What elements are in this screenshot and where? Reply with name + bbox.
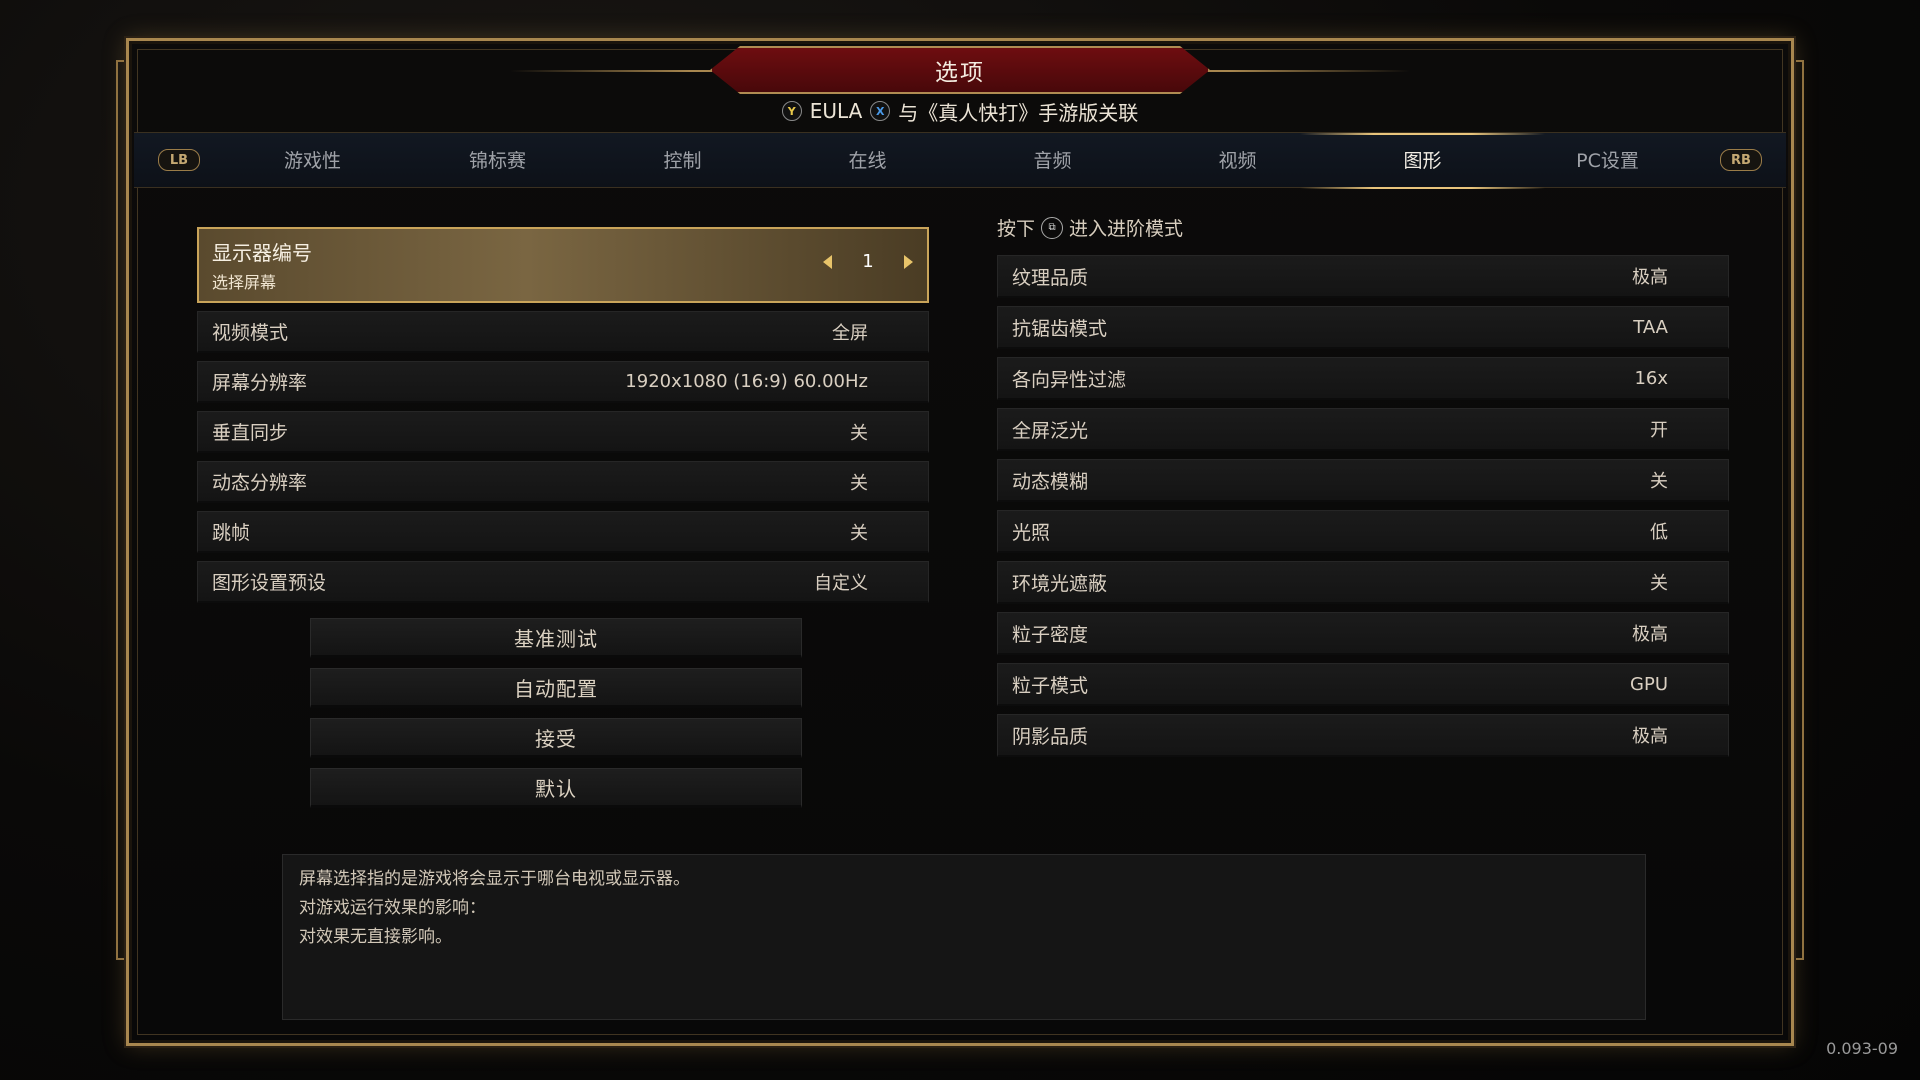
tab-video[interactable]: 视频 <box>1145 133 1330 189</box>
setting-particle-density[interactable]: 粒子密度 极高 <box>997 612 1729 655</box>
setting-value: GPU <box>1630 673 1668 695</box>
setting-value: 极高 <box>1632 726 1668 747</box>
setting-anti-aliasing[interactable]: 抗锯齿模式 TAA <box>997 306 1729 349</box>
setting-value: 16x <box>1634 367 1668 389</box>
default-button[interactable]: 默认 <box>310 768 802 808</box>
display-settings-list: 显示器编号 选择屏幕 1 视频模式 全屏 屏幕分辨率 1920x1080 (16… <box>197 227 929 611</box>
setting-value: 全屏 <box>832 322 868 344</box>
page-title: 选项 <box>935 60 985 86</box>
monitor-stepper: 1 <box>823 251 913 272</box>
setting-label: 视频模式 <box>212 322 289 344</box>
setting-anisotropic-filter[interactable]: 各向异性过滤 16x <box>997 357 1729 400</box>
setting-value: 开 <box>1650 420 1668 441</box>
setting-label: 环境光遮蔽 <box>1012 572 1108 595</box>
tab-controls[interactable]: 控制 <box>590 133 775 189</box>
setting-label: 垂直同步 <box>212 422 289 444</box>
y-button-icon: Y <box>781 101 802 121</box>
setting-value: TAA <box>1633 316 1668 338</box>
action-buttons: 基准测试 自动配置 接受 默认 <box>310 618 802 818</box>
setting-label: 阴影品质 <box>1012 725 1089 748</box>
accept-button[interactable]: 接受 <box>310 718 802 758</box>
auto-config-button[interactable]: 自动配置 <box>310 668 802 708</box>
setting-label: 抗锯齿模式 <box>1012 317 1108 340</box>
tab-pc-settings[interactable]: PC设置 <box>1515 133 1700 189</box>
setting-label: 动态分辨率 <box>212 472 308 494</box>
setting-shadow-quality[interactable]: 阴影品质 极高 <box>997 714 1729 757</box>
setting-texture-quality[interactable]: 纹理品质 极高 <box>997 255 1729 298</box>
setting-label: 纹理品质 <box>1012 266 1089 289</box>
setting-value: 关 <box>850 522 868 544</box>
setting-motion-blur[interactable]: 动态模糊 关 <box>997 459 1729 502</box>
setting-frame-skip[interactable]: 跳帧 关 <box>197 511 929 553</box>
setting-value: 1920x1080 (16:9) 60.00Hz <box>625 371 868 392</box>
mobile-link[interactable]: 与《真人快打》手游版关联 <box>898 97 1138 126</box>
tab-online[interactable]: 在线 <box>775 133 960 189</box>
rb-bumper-icon[interactable]: RB <box>1720 149 1762 171</box>
tabs: 游戏性 锦标赛 控制 在线 音频 视频 图形 PC设置 <box>220 133 1700 189</box>
setting-label: 粒子密度 <box>1012 623 1089 646</box>
setting-label: 各向异性过滤 <box>1012 368 1127 391</box>
benchmark-button[interactable]: 基准测试 <box>310 618 802 658</box>
advanced-mode-hint: 按下 ⧉ 进入进阶模式 <box>997 214 1183 241</box>
lb-bumper-icon[interactable]: LB <box>158 149 200 171</box>
setting-label: 粒子模式 <box>1012 674 1089 697</box>
setting-label: 显示器编号 <box>212 241 312 265</box>
setting-particle-mode[interactable]: 粒子模式 GPU <box>997 663 1729 706</box>
setting-monitor-number[interactable]: 显示器编号 选择屏幕 1 <box>197 227 929 303</box>
tab-bar: LB 游戏性 锦标赛 控制 在线 音频 视频 图形 PC设置 RB <box>134 132 1786 189</box>
tab-graphics[interactable]: 图形 <box>1300 133 1545 189</box>
tab-gameplay[interactable]: 游戏性 <box>220 133 405 189</box>
hint-prefix: 按下 <box>997 218 1036 240</box>
view-button-icon: ⧉ <box>1041 216 1064 239</box>
description-line: 对游戏运行效果的影响： <box>299 898 486 918</box>
hint-suffix: 进入进阶模式 <box>1069 218 1184 240</box>
setting-label: 跳帧 <box>212 522 251 544</box>
setting-vsync[interactable]: 垂直同步 关 <box>197 411 929 453</box>
stepper-value: 1 <box>862 251 874 272</box>
tab-tournament[interactable]: 锦标赛 <box>405 133 590 189</box>
setting-label: 屏幕分辨率 <box>212 372 308 394</box>
setting-value: 极高 <box>1632 267 1668 288</box>
setting-bloom[interactable]: 全屏泛光 开 <box>997 408 1729 451</box>
setting-label: 图形设置预设 <box>212 572 327 594</box>
header-actions: Y EULA X 与《真人快打》手游版关联 <box>0 96 1920 126</box>
arrow-left-icon[interactable] <box>823 254 832 269</box>
version-label: 0.093-09 <box>1826 1039 1898 1058</box>
setting-label: 全屏泛光 <box>1012 419 1089 442</box>
description-line: 对效果无直接影响。 <box>299 927 452 947</box>
setting-sublabel: 选择屏幕 <box>212 273 277 292</box>
setting-lighting[interactable]: 光照 低 <box>997 510 1729 553</box>
x-button-icon: X <box>870 101 891 121</box>
description-panel: 屏幕选择指的是游戏将会显示于哪台电视或显示器。 对游戏运行效果的影响： 对效果无… <box>282 854 1646 1020</box>
arrow-right-icon[interactable] <box>904 254 913 269</box>
title-banner: 选项 <box>710 46 1210 94</box>
setting-value: 关 <box>1650 471 1668 492</box>
setting-value: 关 <box>1650 573 1668 594</box>
graphics-settings-list: 纹理品质 极高 抗锯齿模式 TAA 各向异性过滤 16x 全屏泛光 开 动态模糊… <box>997 255 1729 765</box>
setting-value: 关 <box>850 422 868 444</box>
setting-ambient-occlusion[interactable]: 环境光遮蔽 关 <box>997 561 1729 604</box>
setting-graphics-preset[interactable]: 图形设置预设 自定义 <box>197 561 929 603</box>
description-line: 屏幕选择指的是游戏将会显示于哪台电视或显示器。 <box>299 869 690 889</box>
setting-label: 光照 <box>1012 521 1051 544</box>
setting-value: 自定义 <box>814 572 868 594</box>
tab-audio[interactable]: 音频 <box>960 133 1145 189</box>
setting-value: 关 <box>850 472 868 494</box>
eula-link[interactable]: EULA <box>810 99 863 123</box>
setting-video-mode[interactable]: 视频模式 全屏 <box>197 311 929 353</box>
setting-value: 极高 <box>1632 624 1668 645</box>
setting-label: 动态模糊 <box>1012 470 1089 493</box>
title-banner-wrap: 选项 <box>510 44 1410 100</box>
setting-dynamic-resolution[interactable]: 动态分辨率 关 <box>197 461 929 503</box>
setting-resolution[interactable]: 屏幕分辨率 1920x1080 (16:9) 60.00Hz <box>197 361 929 403</box>
setting-value: 低 <box>1650 522 1668 543</box>
